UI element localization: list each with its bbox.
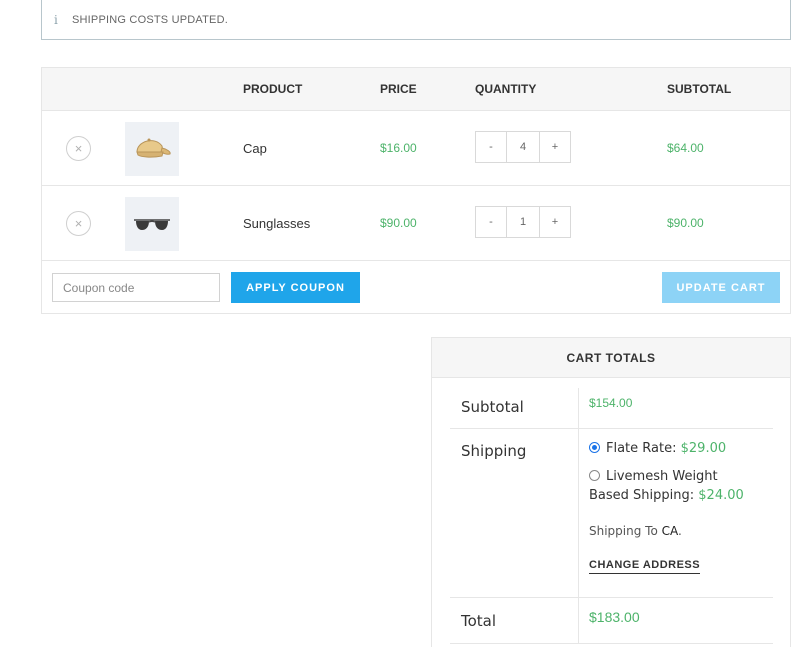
info-icon: i xyxy=(54,12,58,27)
cart-actions: APPLY COUPON UPDATE CART xyxy=(42,261,790,313)
notice-text: SHIPPING COSTS UPDATED. xyxy=(72,13,228,26)
remove-item-button[interactable]: × xyxy=(66,211,91,236)
sunglasses-image[interactable] xyxy=(125,197,179,251)
subtotal-value: $154.00 xyxy=(589,396,633,410)
cart-table-header: PRODUCT PRICE QUANTITY SUBTOTAL xyxy=(42,68,790,111)
option-price: $29.00 xyxy=(680,441,727,456)
cap-image[interactable] xyxy=(125,122,179,176)
close-icon: × xyxy=(74,216,83,231)
qty-input[interactable]: 4 xyxy=(507,131,539,163)
subtotal-row: Subtotal $154.00 xyxy=(450,388,773,429)
apply-coupon-button[interactable]: APPLY COUPON xyxy=(231,272,360,303)
shipping-notice: i SHIPPING COSTS UPDATED. xyxy=(41,0,791,40)
header-subtotal: SUBTOTAL xyxy=(667,82,732,96)
shipping-option-flat-rate[interactable]: Flate Rate: $29.00 xyxy=(589,439,726,458)
shipping-row: Shipping Flate Rate: $29.00 Livemesh Wei… xyxy=(450,429,773,598)
coupon-input[interactable] xyxy=(52,273,220,302)
header-product: PRODUCT xyxy=(243,82,303,96)
cart-table: PRODUCT PRICE QUANTITY SUBTOTAL × Cap $1… xyxy=(41,67,791,314)
table-row: × Sunglasses $90.00 - 1 + $90.00 xyxy=(42,186,790,261)
cart-totals: CART TOTALS Subtotal $154.00 Shipping Fl… xyxy=(431,337,791,647)
header-price: PRICE xyxy=(380,82,417,96)
shipping-label: Shipping xyxy=(461,442,527,460)
product-price: $16.00 xyxy=(380,141,417,155)
qty-decrease-button[interactable]: - xyxy=(475,206,507,238)
qty-decrease-button[interactable]: - xyxy=(475,131,507,163)
change-address-link[interactable]: CHANGE ADDRESS xyxy=(589,559,701,574)
product-subtotal: $90.00 xyxy=(667,216,704,230)
qty-increase-button[interactable]: + xyxy=(539,206,571,238)
qty-input[interactable]: 1 xyxy=(507,206,539,238)
option-name-cont: Based Shipping: xyxy=(589,488,695,503)
option-name: Flate Rate: xyxy=(606,441,677,456)
option-name: Livemesh Weight xyxy=(606,469,718,484)
cap-icon xyxy=(136,138,171,158)
qty-increase-button[interactable]: + xyxy=(539,131,571,163)
product-name[interactable]: Cap xyxy=(243,141,267,156)
shipping-destination: Shipping To CA. xyxy=(589,524,682,538)
quantity-stepper: - 4 + xyxy=(475,131,571,163)
radio-selected[interactable] xyxy=(589,442,600,453)
radio-unselected[interactable] xyxy=(589,470,600,481)
update-cart-button[interactable]: UPDATE CART xyxy=(662,272,780,303)
sunglasses-icon xyxy=(134,219,170,230)
header-quantity: QUANTITY xyxy=(475,82,537,96)
subtotal-label: Subtotal xyxy=(461,398,524,416)
total-value: $183.00 xyxy=(589,609,640,625)
total-row: Total $183.00 xyxy=(450,598,773,644)
total-label: Total xyxy=(461,612,497,630)
close-icon: × xyxy=(74,141,83,156)
product-price: $90.00 xyxy=(380,216,417,230)
remove-item-button[interactable]: × xyxy=(66,136,91,161)
shipping-option-livemesh[interactable]: Livemesh Weight Based Shipping: $24.00 xyxy=(589,467,744,505)
product-subtotal: $64.00 xyxy=(667,141,704,155)
option-price: $24.00 xyxy=(698,488,744,503)
table-row: × Cap $16.00 - 4 + $64.00 xyxy=(42,111,790,186)
product-name[interactable]: Sunglasses xyxy=(243,216,310,231)
shipping-country: CA xyxy=(661,524,679,538)
quantity-stepper: - 1 + xyxy=(475,206,571,238)
cart-totals-title: CART TOTALS xyxy=(432,338,790,378)
